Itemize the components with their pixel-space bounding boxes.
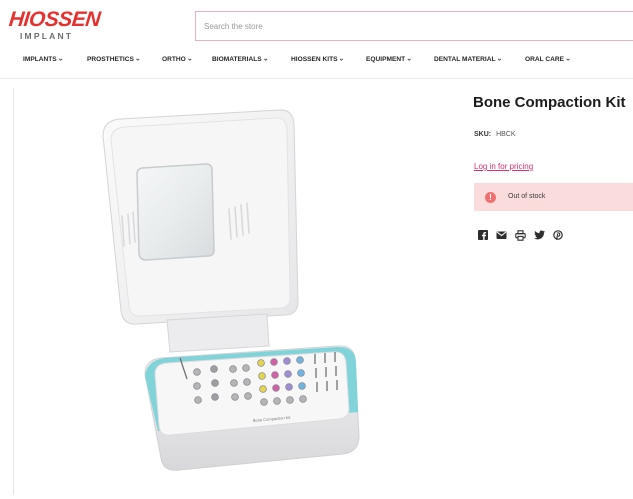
logo-subtext: IMPLANT [20, 31, 74, 41]
alert-icon: ! [485, 191, 496, 203]
nav-item-label: PROSTHETICS [87, 56, 134, 63]
product-image[interactable]: Bone Compaction Kit [75, 106, 465, 494]
twitter-icon[interactable] [534, 230, 545, 240]
nav-item-dental-material[interactable]: DENTAL MATERIAL⌄ [434, 55, 503, 64]
nav-item-implants[interactable]: IMPLANTS⌄ [23, 55, 64, 64]
logo-wordmark: HIOSSEN [7, 8, 102, 31]
email-icon[interactable] [496, 230, 507, 240]
nav-item-prosthetics[interactable]: PROSTHETICS⌄ [87, 55, 141, 64]
nav-item-label: EQUIPMENT [366, 56, 406, 63]
main-nav: IMPLANTS⌄ PROSTHETICS⌄ ORTHO⌄ BIOMATERIA… [0, 52, 633, 72]
site-header: HIOSSEN IMPLANT [0, 0, 633, 50]
nav-item-label: ORTHO [162, 56, 186, 63]
chevron-down-icon: ⌄ [262, 55, 269, 63]
chevron-down-icon: ⌄ [565, 55, 571, 63]
nav-item-label: IMPLANTS [23, 56, 57, 63]
chevron-down-icon: ⌄ [496, 55, 503, 63]
nav-divider [0, 78, 633, 79]
nav-item-label: DENTAL MATERIAL [434, 56, 496, 63]
chevron-down-icon: ⌄ [57, 55, 64, 63]
nav-item-equipment[interactable]: EQUIPMENT⌄ [366, 55, 413, 64]
product-sku: SKU: HBCK [474, 131, 516, 138]
nav-item-label: ORAL CARE [525, 56, 565, 63]
nav-item-ortho[interactable]: ORTHO⌄ [162, 55, 193, 64]
stock-alert: ! Out of stock [474, 183, 633, 211]
chevron-down-icon: ⌄ [186, 55, 193, 63]
sku-label: SKU: [474, 131, 492, 138]
chevron-down-icon: ⌄ [134, 55, 141, 63]
pinterest-icon[interactable] [553, 230, 563, 240]
hiossen-logo[interactable]: HIOSSEN IMPLANT [8, 7, 101, 47]
print-icon[interactable] [515, 230, 526, 241]
nav-item-label: BIOMATERIALS [212, 56, 262, 63]
nav-item-label: HIOSSEN KITS [291, 56, 338, 63]
nav-item-hiossen-kits[interactable]: HIOSSEN KITS⌄ [291, 55, 345, 64]
search-input[interactable] [196, 12, 633, 40]
content-divider [13, 88, 14, 495]
search-bar [195, 11, 633, 41]
nav-item-biomaterials[interactable]: BIOMATERIALS⌄ [212, 55, 269, 64]
nav-item-oral-care[interactable]: ORAL CARE⌄ [525, 55, 571, 64]
stock-status-text: Out of stock [508, 192, 546, 200]
login-for-pricing-link[interactable]: Log in for pricing [474, 162, 533, 171]
chevron-down-icon: ⌄ [338, 55, 345, 63]
product-title: Bone Compaction Kit [473, 94, 626, 111]
facebook-icon[interactable] [478, 230, 488, 240]
chevron-down-icon: ⌄ [406, 55, 413, 63]
sku-value: HBCK [496, 131, 516, 138]
